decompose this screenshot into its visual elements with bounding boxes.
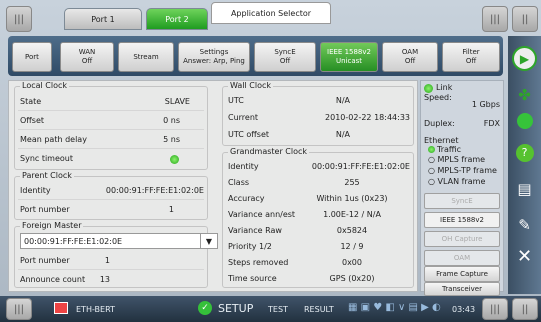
mean-path-delay-label: Mean path delay xyxy=(20,135,87,144)
grandmaster-row-value: 255 xyxy=(344,178,360,187)
mpls-frame-label: ○ MPLS frame xyxy=(428,155,486,164)
app-name-label: ETH-BERT xyxy=(76,305,115,314)
link-led-icon xyxy=(424,84,433,93)
status-led-icon xyxy=(516,112,533,129)
help-icon[interactable]: ? xyxy=(515,143,534,162)
grandmaster-row-label: Class xyxy=(228,178,250,187)
transceiver-button[interactable]: Transceiver xyxy=(424,282,500,296)
bottom-dock-grip-icon[interactable]: || xyxy=(512,298,538,320)
parent-clock-title: Parent Clock xyxy=(20,171,74,180)
duplex-label: Duplex: xyxy=(424,119,455,128)
bottom-left-grip-icon[interactable]: ||| xyxy=(6,298,32,320)
foreign-master-title: Foreign Master xyxy=(20,221,84,230)
setup-tab[interactable]: SETUP xyxy=(218,302,253,315)
bottom-right-grip-icon[interactable]: ||| xyxy=(482,298,508,320)
chevron-down-icon[interactable]: ▼ xyxy=(200,234,217,248)
current-value: 2010-02-22 18:44:33 xyxy=(325,113,410,122)
frame-capture-button[interactable]: Frame Capture xyxy=(424,266,500,282)
ethernet-label: Ethernet xyxy=(424,136,459,145)
foreign-port-number-label: Port number xyxy=(20,256,70,265)
toolbar-settings-button[interactable]: Settings Answer: Arp, Ping xyxy=(178,42,250,72)
speed-value: 1 Gbps xyxy=(471,100,500,109)
grandmaster-row-value: 1.00E-12 / N/A xyxy=(323,210,381,219)
grandmaster-row-label: Time source xyxy=(228,274,277,283)
clock-label: 03:43 xyxy=(452,305,476,314)
parent-identity-value: 00:00:91:FF:FE:E1:02:0E xyxy=(105,186,204,195)
oam-status-button[interactable]: OAM xyxy=(424,250,500,266)
edit-icon[interactable]: ✎ xyxy=(512,212,537,237)
checkmark-icon: ✓ xyxy=(198,301,212,315)
parent-port-number-label: Port number xyxy=(20,205,70,214)
grandmaster-row-label: Variance Raw xyxy=(228,226,282,235)
grandmaster-row-value: Within 1us (0x23) xyxy=(316,194,388,203)
speed-label: Speed: xyxy=(424,93,452,102)
menu-grip-icon[interactable]: ||| xyxy=(6,6,32,32)
traffic-led-icon xyxy=(428,146,435,153)
wall-clock-title: Wall Clock xyxy=(228,81,274,90)
toolbar-stream-button[interactable]: Stream xyxy=(118,42,174,72)
grandmaster-row-value: 0x5824 xyxy=(336,226,368,235)
grandmaster-row-label: Priority 1/2 xyxy=(228,242,272,251)
panel-grip-icon[interactable]: ||| xyxy=(482,6,508,32)
mean-path-delay-value: 5 ns xyxy=(163,135,180,144)
parent-identity-label: Identity xyxy=(20,186,51,195)
link-label: Link xyxy=(436,83,453,92)
toolbar-synce-button[interactable]: SyncE Off xyxy=(254,42,316,72)
grandmaster-row-label: Steps removed xyxy=(228,258,289,267)
state-label: State xyxy=(20,97,42,106)
toolbar-wan-button[interactable]: WAN Off xyxy=(60,42,114,72)
announce-count-label: Announce count xyxy=(20,275,86,284)
synce-status-button[interactable]: SyncE xyxy=(424,193,500,209)
mpls-tp-frame-label: ○ MPLS-TP frame xyxy=(428,166,497,175)
grandmaster-row-label: Accuracy xyxy=(228,194,265,203)
toolbar-ieee1588-button[interactable]: IEEE 1588v2 Unicast xyxy=(320,42,378,72)
foreign-master-select-value: 00:00:91:FF:FE:E1:02:0E xyxy=(24,236,123,246)
parent-port-number-value: 1 xyxy=(168,205,174,214)
grandmaster-row-value: 00:00:91:FF:FE:E1:02:0E xyxy=(311,162,410,171)
sync-timeout-label: Sync timeout xyxy=(20,154,73,163)
sync-timeout-led-icon xyxy=(170,155,179,164)
offset-value: 0 ns xyxy=(163,116,180,125)
grandmaster-clock-title: Grandmaster Clock xyxy=(228,147,310,156)
duplex-value: FDX xyxy=(483,119,500,128)
tab-port-1[interactable]: Port 1 xyxy=(64,8,142,30)
traffic-label: Traffic xyxy=(437,145,462,154)
result-tab[interactable]: RESULT xyxy=(304,305,334,314)
foreign-port-number-value: 1 xyxy=(104,256,110,265)
utc-offset-value: N/A xyxy=(335,130,350,139)
announce-count-value: 13 xyxy=(99,275,110,284)
utc-value: N/A xyxy=(335,96,350,105)
grandmaster-row-value: GPS (0x20) xyxy=(329,274,375,283)
toolbar-port-button[interactable]: Port xyxy=(12,42,52,72)
grandmaster-row-value: 0x00 xyxy=(341,258,362,267)
grandmaster-row-value: 12 / 9 xyxy=(340,242,364,251)
grandmaster-row-label: Identity xyxy=(228,162,259,171)
state-value: SLAVE xyxy=(164,97,190,106)
grandmaster-row-label: Variance ann/est xyxy=(228,210,296,219)
test-tab[interactable]: TEST xyxy=(268,305,288,314)
local-clock-title: Local Clock xyxy=(20,81,70,90)
app-icon xyxy=(54,302,68,314)
run-test-icon[interactable]: ✤ xyxy=(512,82,537,107)
toolbar-filter-button[interactable]: Filter Off xyxy=(442,42,500,72)
current-label: Current xyxy=(228,113,259,122)
report-icon[interactable]: ▤ xyxy=(512,176,537,201)
utc-label: UTC xyxy=(228,96,244,105)
foreign-master-select[interactable]: 00:00:91:FF:FE:E1:02:0E ▼ xyxy=(20,233,218,249)
toolbar-oam-button[interactable]: OAM Off xyxy=(382,42,438,72)
close-icon[interactable]: ✕ xyxy=(512,244,537,269)
dock-grip-icon[interactable]: || xyxy=(512,6,538,32)
play-icon[interactable]: ▶ xyxy=(512,46,537,71)
utc-offset-label: UTC offset xyxy=(228,130,270,139)
ieee1588-status-button[interactable]: IEEE 1588v2 xyxy=(424,212,500,228)
oh-capture-button[interactable]: OH Capture xyxy=(424,231,500,247)
offset-label: Offset xyxy=(20,116,45,125)
vlan-frame-label: ○ VLAN frame xyxy=(428,177,486,186)
tab-application-selector[interactable]: Application Selector xyxy=(211,2,331,24)
grandmaster-clock-group xyxy=(222,152,414,288)
system-tray-icons: ▦ ▣ ♥ ◧ ∨ ▤ ▶ ◐ xyxy=(348,302,441,313)
tab-port-2[interactable]: Port 2 xyxy=(146,8,208,30)
